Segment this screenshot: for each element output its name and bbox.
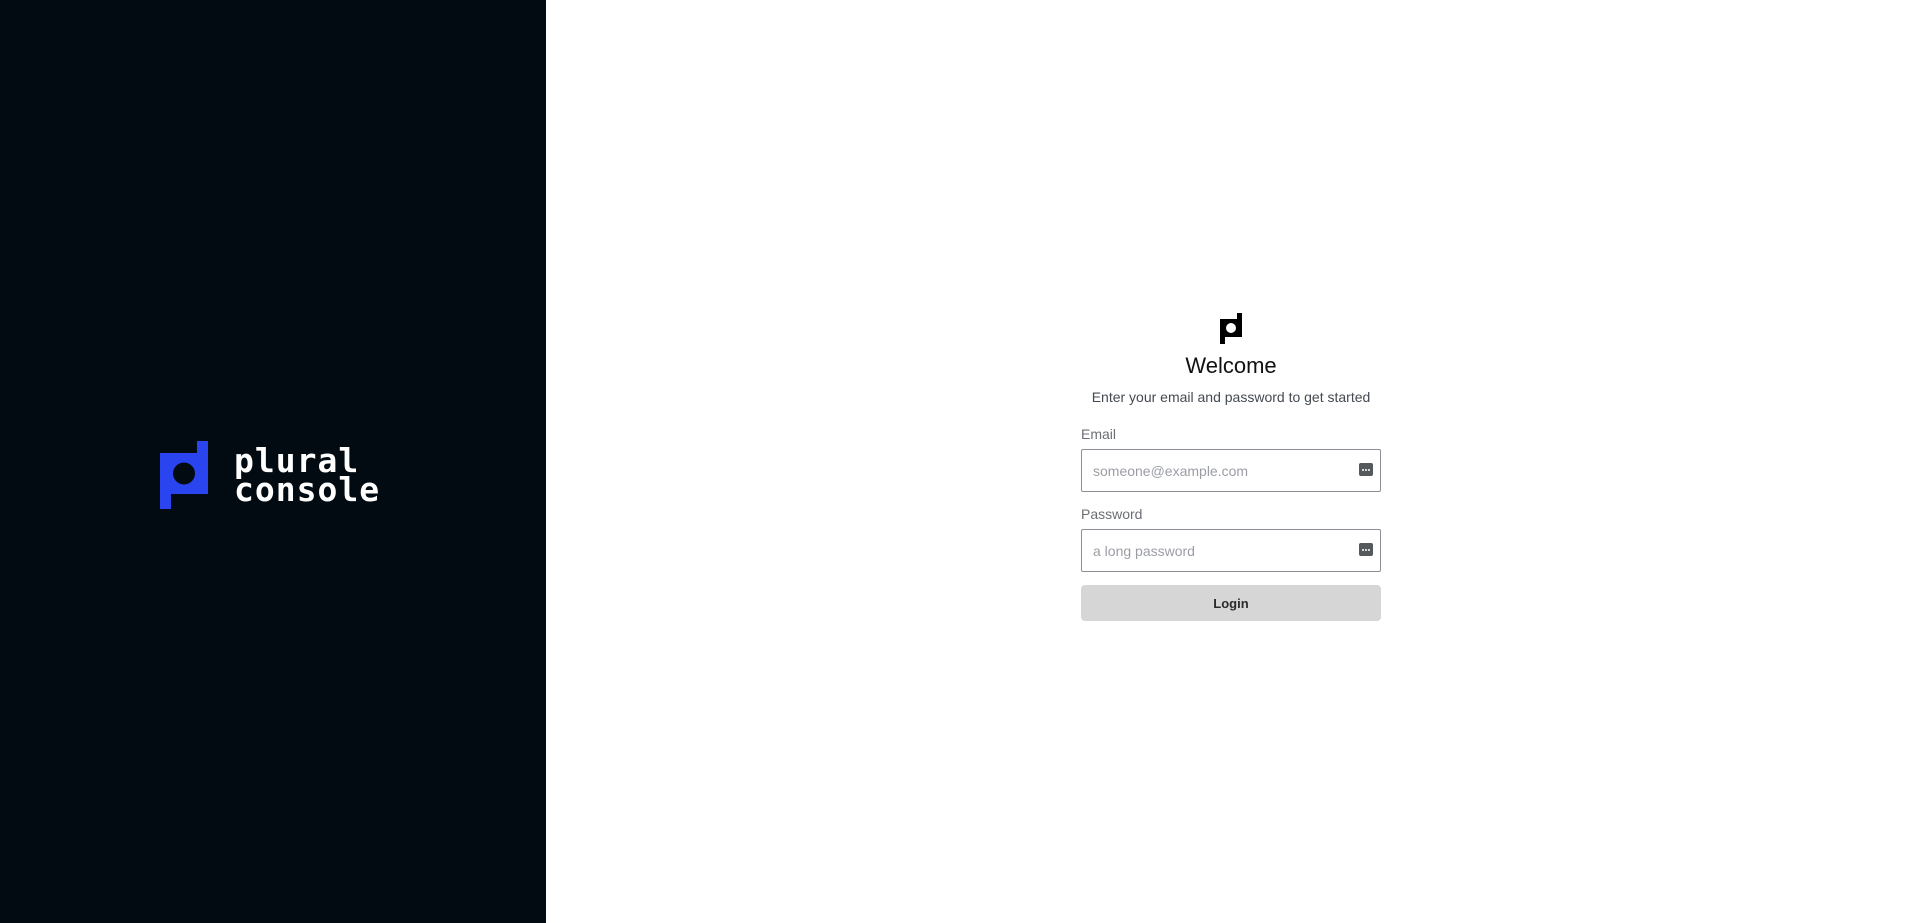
login-page: plural console Welcome Enter your email … — [0, 0, 1915, 923]
password-manager-icon[interactable] — [1359, 543, 1373, 556]
password-field[interactable] — [1082, 530, 1333, 571]
plural-logo-icon — [160, 441, 208, 509]
brand-logo: plural console — [160, 441, 380, 509]
brand-panel: plural console — [0, 0, 546, 923]
wordmark-line-2: console — [234, 470, 381, 509]
email-label: Email — [1081, 426, 1117, 442]
email-field-wrapper — [1081, 449, 1381, 492]
main-panel: Welcome Enter your email and password to… — [546, 0, 1915, 923]
page-title: Welcome — [1185, 353, 1277, 378]
password-field-wrapper — [1081, 529, 1381, 572]
page-subtitle: Enter your email and password to get sta… — [1091, 389, 1371, 405]
password-label: Password — [1081, 506, 1143, 522]
login-form: Email Password Login — [1081, 425, 1381, 621]
login-button[interactable]: Login — [1081, 585, 1381, 621]
email-field[interactable] — [1082, 450, 1333, 491]
plural-logo-icon — [1220, 313, 1242, 344]
brand-wordmark: plural console — [234, 444, 381, 509]
password-manager-icon[interactable] — [1359, 463, 1373, 476]
login-card: Welcome Enter your email and password to… — [1081, 313, 1381, 621]
